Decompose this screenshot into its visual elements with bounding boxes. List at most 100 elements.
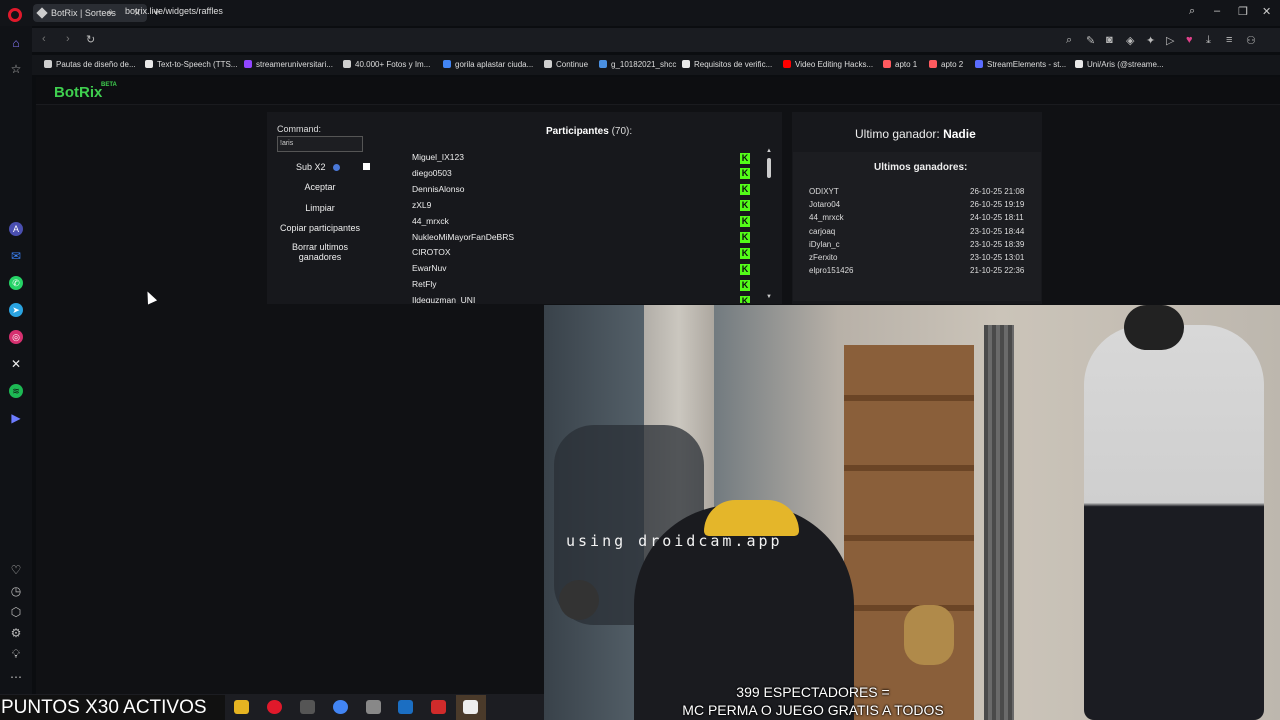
steam-taskbar-icon[interactable] — [398, 700, 413, 714]
participant-name: Ildeguzman_UNI — [412, 295, 476, 303]
opera-sidebar: ⌂ ☆ A ✉ ✆ ➤ ◎ ✕ ≋ ▶ ♡ ◷ ⬡ ⚙ 💡︎ ⋯ — [0, 26, 32, 694]
kick-logo-icon: K — [740, 247, 750, 259]
player-icon[interactable]: ▶ — [9, 411, 23, 425]
extensions-icon[interactable]: ✦ — [1146, 34, 1155, 47]
download-icon[interactable]: ⤓ — [1206, 34, 1211, 47]
participant-name: CIROTOX — [412, 247, 451, 258]
play-icon[interactable]: ▷ — [1166, 34, 1174, 47]
last-winner-title: Ultimo ganador: Nadie — [855, 127, 976, 141]
bookmark-label: Continue — [556, 60, 589, 69]
bookmark-item[interactable]: Uni/Aris (@streame... — [1075, 60, 1164, 69]
winner-name: carjoaq — [809, 226, 836, 236]
chrome-taskbar-icon[interactable] — [333, 700, 348, 714]
instagram-icon[interactable]: ◎ — [9, 330, 23, 344]
participant-name: diego0503 — [412, 167, 452, 178]
obs-taskbar-icon[interactable] — [463, 700, 478, 714]
opera-logo-icon[interactable] — [8, 8, 22, 22]
close-window-icon[interactable]: ✕ — [1262, 5, 1271, 18]
tips-lightbulb-icon[interactable]: 💡︎ — [9, 647, 23, 661]
clear-button[interactable]: Limpiar — [277, 203, 363, 213]
info-icon[interactable] — [333, 164, 340, 171]
stream-overlay-text: 399 ESPECTADORES = MC PERMA O JUEGO GRAT… — [560, 683, 1066, 719]
maximize-icon[interactable]: ❐ — [1238, 5, 1248, 18]
aria-icon[interactable]: A — [9, 222, 23, 236]
webcam-feed — [544, 305, 1280, 720]
delete-winners-button[interactable]: Borrar ultimos ganadores — [283, 242, 357, 262]
bookmark-item[interactable]: apto 1 — [883, 60, 917, 69]
participant-name: DennisAlonso — [412, 183, 465, 194]
messenger-icon[interactable]: ✉ — [9, 249, 23, 263]
winner-name: Jotaro04 — [809, 200, 841, 210]
winner-date: 26-10-25 19:19 — [970, 200, 1025, 210]
favorites-heart-icon[interactable]: ♡ — [9, 563, 23, 577]
app-taskbar-icon[interactable] — [300, 700, 315, 714]
shield-icon[interactable]: ◈ — [1126, 34, 1134, 47]
copy-participants-button[interactable]: Copiar participantes — [277, 223, 363, 233]
menu-icon[interactable]: ≡ — [1226, 34, 1232, 46]
bookmark-item[interactable]: Continue — [544, 60, 588, 69]
cloud-icon — [599, 60, 607, 68]
whatsapp-icon[interactable]: ✆ — [9, 276, 23, 290]
url-field[interactable]: botrix.live/widgets/raffles — [125, 6, 223, 16]
kick-logo-icon: K — [740, 263, 750, 275]
kick-logo-icon: K — [740, 232, 750, 243]
window-taskbar-icon[interactable] — [366, 700, 381, 714]
command-input[interactable]: !aris — [277, 136, 363, 152]
airbnb-icon — [929, 60, 937, 68]
bookmark-label: 40.000+ Fotos y Im... — [355, 60, 431, 69]
bookmarks-bar: Pautas de diseño de... Text-to-Speech (TT… — [32, 55, 1280, 75]
red-app-taskbar-icon[interactable] — [431, 700, 446, 714]
botrix-logo[interactable]: BotRix — [54, 84, 102, 101]
bookmark-item[interactable]: StreamElements - st... — [975, 60, 1066, 69]
file-explorer-icon[interactable] — [234, 700, 249, 714]
sub-x2-label: Sub X2 — [296, 162, 326, 172]
bookmark-item[interactable]: Text-to-Speech (TTS... — [145, 60, 237, 69]
bookmark-item[interactable]: g_10182021_shcc — [599, 60, 676, 69]
extensions-cube-icon[interactable]: ⬡ — [9, 605, 23, 619]
speed-dial-icon[interactable]: ☆ — [9, 62, 23, 76]
botrix-favicon-icon — [36, 7, 48, 19]
search-tabs-icon[interactable]: ⌕ — [1189, 5, 1195, 18]
bookmark-item[interactable]: 40.000+ Fotos y Im... — [343, 60, 430, 69]
home-icon[interactable]: ⌂ — [9, 36, 23, 50]
more-options-icon[interactable]: ⋯ — [9, 670, 23, 684]
history-icon[interactable]: ◷ — [9, 584, 23, 598]
winner-name: 44_mrxck — [809, 213, 844, 223]
accept-button[interactable]: Aceptar — [277, 182, 363, 192]
camera-icon[interactable]: ◙ — [1106, 34, 1113, 46]
participants-scroll-thumb[interactable] — [767, 158, 771, 178]
back-icon[interactable]: ‹ — [42, 33, 46, 45]
bookmark-item[interactable]: Pautas de diseño de... — [44, 60, 136, 69]
p-icon — [343, 60, 351, 68]
winner-date: 23-10-25 18:44 — [970, 226, 1025, 236]
bookmark-label: Video Editing Hacks... — [795, 60, 874, 69]
scroll-down-icon[interactable]: ▼ — [766, 294, 772, 300]
streamelements-icon — [975, 60, 983, 68]
edit-icon[interactable]: ✎ — [1086, 34, 1095, 47]
settings-gear-icon[interactable]: ⚙ — [9, 626, 23, 640]
winner-name: iDylan_c — [809, 239, 840, 249]
spotify-icon[interactable]: ≋ — [9, 384, 23, 398]
bookmark-item[interactable]: Video Editing Hacks... — [783, 60, 873, 69]
sub-x2-checkbox[interactable] — [363, 163, 370, 170]
scroll-up-icon[interactable]: ▲ — [766, 148, 772, 154]
x-twitter-icon[interactable]: ✕ — [9, 357, 23, 371]
heart-icon[interactable]: ♥ — [1186, 34, 1193, 46]
participants-list[interactable]: Miguel_IX123 Kdiego0503 K DennisAlonso KzXL9… — [400, 150, 768, 303]
search-icon[interactable]: ⌕ — [1066, 34, 1072, 47]
winner-name: elpro151426 — [809, 266, 854, 276]
bookmark-item[interactable]: gorila aplastar ciuda... — [443, 60, 533, 69]
lock-icon[interactable]: 🔒︎ — [108, 6, 113, 17]
forward-icon[interactable]: › — [66, 33, 70, 45]
bookmark-item[interactable]: streameruniversitari... — [244, 60, 333, 69]
reload-icon[interactable]: ↻ — [86, 33, 95, 46]
profile-icon[interactable]: ⚇ — [1246, 34, 1256, 47]
minimize-icon[interactable]: – — [1214, 5, 1220, 17]
telegram-icon[interactable]: ➤ — [9, 303, 23, 317]
bookmark-label: Text-to-Speech (TTS... — [157, 60, 238, 69]
bookmark-item[interactable]: apto 2 — [929, 60, 963, 69]
overlay-line-1: 399 ESPECTADORES = — [736, 684, 890, 700]
bookmark-item[interactable]: Requisitos de verific... — [682, 60, 772, 69]
opera-taskbar-icon[interactable] — [267, 700, 282, 714]
bookmark-label: apto 1 — [895, 60, 918, 69]
